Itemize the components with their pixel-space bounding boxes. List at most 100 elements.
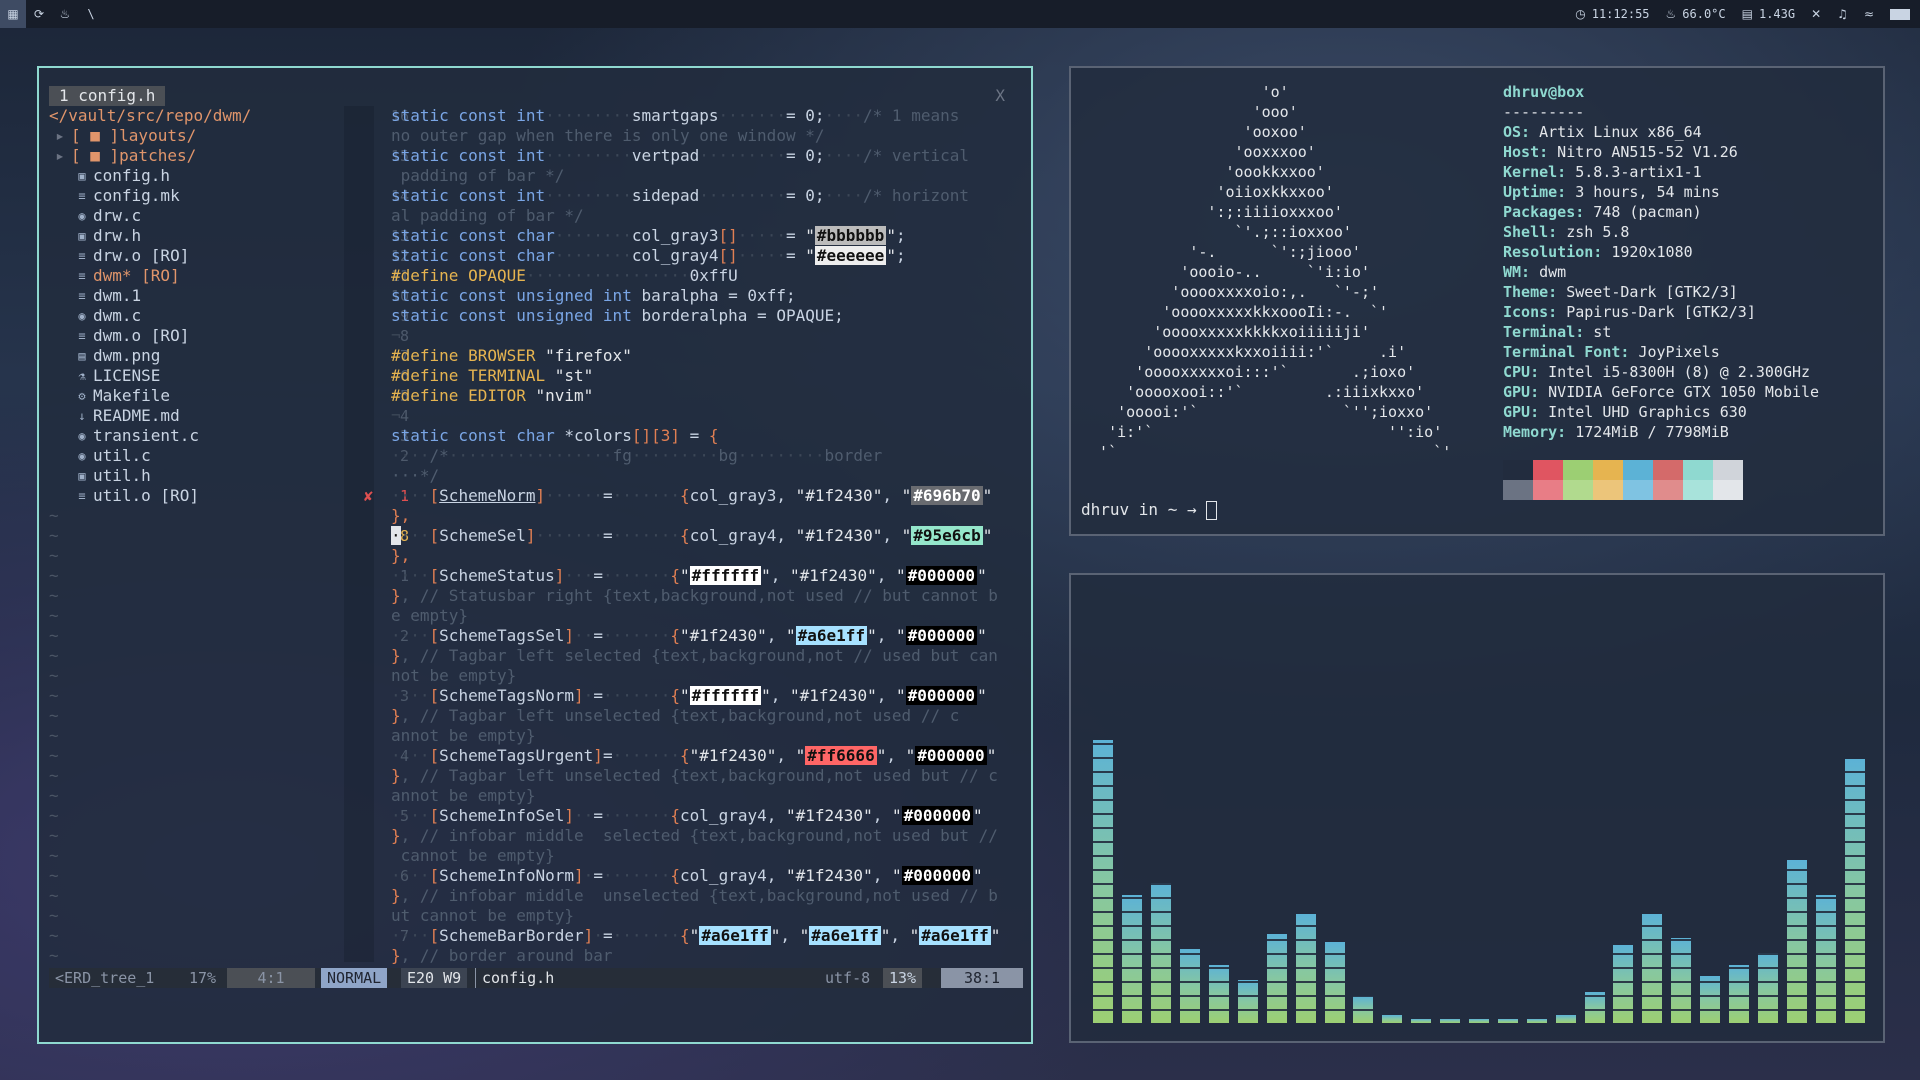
visualizer-bar: [1815, 895, 1836, 1023]
wifi-icon[interactable]: ≈: [1864, 7, 1874, 21]
visualizer-bar: [1844, 759, 1865, 1023]
empty-line-marker: ~: [49, 946, 59, 965]
vim-window[interactable]: 1 config.h X </vault/src/repo/dwm/ ▸[ ■ …: [37, 66, 1033, 1044]
tree-file[interactable]: ↓ README.md: [49, 406, 349, 426]
bluetooth-icon[interactable]: ✕: [1811, 7, 1821, 21]
code-buffer[interactable]: static const int·········smartgaps······…: [391, 106, 1019, 966]
empty-line-marker: ~: [49, 526, 59, 545]
neofetch-terminal[interactable]: 'o' 'ooo' 'ooxoo' 'ooxxxoo' 'oookkxxoo' …: [1069, 66, 1885, 536]
tree-file[interactable]: ≡ config.mk: [49, 186, 349, 206]
tree-file[interactable]: ▤ dwm.png: [49, 346, 349, 366]
code-line: ····[SchemeTagsUrgent]=·······{"#1f2430"…: [391, 746, 997, 765]
empty-line-marker: ~: [49, 846, 59, 865]
code-line: }, // Statusbar right {text,background,n…: [391, 586, 998, 605]
file-icon: ▤: [78, 349, 86, 363]
palette-swatch: [1713, 460, 1743, 480]
tree-file[interactable]: ▣ drw.h: [49, 226, 349, 246]
tree-file[interactable]: ≡ dwm.o [RO]: [49, 326, 349, 346]
info-row: Terminal Font: JoyPixels: [1503, 342, 1819, 362]
tree-file[interactable]: ◉ drw.c: [49, 206, 349, 226]
info-value: 1920x1080: [1602, 243, 1693, 261]
expand-arrow-icon[interactable]: ▸: [49, 146, 71, 166]
palette-swatch: [1653, 460, 1683, 480]
palette-swatch: [1683, 460, 1713, 480]
statusline-tree-name: <ERD_tree_1: [55, 969, 155, 987]
info-value: Sweet-Dark [GTK2/3]: [1557, 283, 1738, 301]
tab-config-h[interactable]: 1 config.h: [49, 86, 166, 106]
terminal-cursor: [1206, 501, 1218, 520]
tree-file[interactable]: ⚗ LICENSE: [49, 366, 349, 386]
file-icon: ◉: [78, 429, 86, 443]
empty-line-marker: ~: [49, 806, 59, 825]
refresh-icon[interactable]: ⟳: [26, 0, 52, 28]
empty-line-marker: ~: [49, 566, 59, 585]
empty-line-marker: ~: [49, 706, 59, 725]
statusline-tree-percent: 17%: [189, 969, 217, 987]
tree-file[interactable]: ⚙ Makefile: [49, 386, 349, 406]
info-key: OS:: [1503, 123, 1531, 141]
info-value: 748 (pacman): [1584, 203, 1702, 221]
statusline-filename: config.h: [475, 968, 560, 988]
empty-line-marker: ~: [49, 866, 59, 885]
tree-dir[interactable]: ▸[ ■ ]layouts/: [49, 126, 349, 146]
empty-line-marker: ~: [49, 786, 59, 805]
code-line: },: [391, 506, 411, 525]
file-icon: ◉: [78, 309, 86, 323]
file-icon: ≡: [78, 189, 86, 203]
info-value: st: [1584, 323, 1612, 341]
info-row: OS: Artix Linux x86_64: [1503, 122, 1819, 142]
volume-icon[interactable]: ♫: [1837, 7, 1848, 21]
code-line: ····[SchemeNorm]······=·······{col_gray3…: [391, 486, 993, 505]
tree-file[interactable]: ◉ util.c: [49, 446, 349, 466]
tree-file[interactable]: ▣ config.h: [49, 166, 349, 186]
tree-file[interactable]: ≡ util.o [RO]: [49, 486, 349, 506]
palette-swatch: [1593, 460, 1623, 480]
tree-file[interactable]: ◉ dwm.c: [49, 306, 349, 326]
user-host: dhruv@box: [1503, 83, 1585, 101]
tree-file[interactable]: ≡ drw.o [RO]: [49, 246, 349, 266]
visualizer-bar: [1382, 1015, 1403, 1023]
terminal-icon[interactable]: ▦: [0, 0, 26, 28]
flame-icon[interactable]: ♨: [52, 0, 78, 28]
info-key: Icons:: [1503, 303, 1558, 321]
tree-file[interactable]: ≡ dwm.1: [49, 286, 349, 306]
expand-arrow-icon[interactable]: ▸: [49, 126, 71, 146]
status-bar: ▦ ⟳ ♨ \ ◷ 11:12:55 ♨ 66.0°C ▤ 1.43G ✕ ♫ ≈: [0, 0, 1920, 28]
empty-line-marker: ~: [49, 626, 59, 645]
tree-file[interactable]: ≡ dwm* [RO]: [49, 266, 349, 286]
info-row: Theme: Sweet-Dark [GTK2/3]: [1503, 282, 1819, 302]
close-tab-button[interactable]: X: [995, 86, 1005, 106]
diagnostics-count: E20 W9: [401, 968, 468, 988]
tree-dir[interactable]: ▸[ ■ ]patches/: [49, 146, 349, 166]
shell-prompt[interactable]: dhruv in ~ →: [1081, 500, 1218, 520]
visualizer-bar: [1353, 996, 1374, 1023]
code-line: e empty}: [391, 606, 469, 625]
visualizer-bar: [1642, 914, 1663, 1023]
system-info: dhruv@box --------- OS: Artix Linux x86_…: [1503, 82, 1819, 442]
artix-ascii-logo: 'o' 'ooo' 'ooxoo' 'ooxxxoo' 'oookkxxoo' …: [1099, 83, 1452, 461]
code-line: }, // infobar middle selected {text,back…: [391, 826, 998, 845]
tree-file[interactable]: ▣ util.h: [49, 466, 349, 486]
visualizer-bar: [1266, 934, 1287, 1023]
cursor-position: 38:1: [941, 968, 1023, 988]
memory: ▤ 1.43G: [1741, 7, 1796, 21]
code-line: no outer gap when there is only one wind…: [391, 126, 825, 145]
file-icon: ⚗: [78, 369, 86, 383]
tree-file[interactable]: ◉ transient.c: [49, 426, 349, 446]
palette-swatch: [1593, 480, 1623, 500]
info-value: Intel UHD Graphics 630: [1539, 403, 1747, 421]
palette-swatch: [1503, 480, 1533, 500]
code-line: static const unsigned int borderalpha = …: [391, 306, 844, 325]
thermometer-icon: ♨: [1665, 7, 1677, 21]
code-line: }, // border around bar: [391, 946, 613, 965]
tag-backslash[interactable]: \: [78, 0, 104, 28]
code-line: ····[SchemeTagsSel]··=·······{"#1f2430",…: [391, 626, 987, 645]
info-value: dwm: [1530, 263, 1567, 281]
code-line: ····/*·················fg·········bg····…: [391, 446, 883, 465]
file-icon: ≡: [78, 289, 86, 303]
tree-root[interactable]: </vault/src/repo/dwm/: [49, 106, 349, 126]
info-row: Terminal: st: [1503, 322, 1819, 342]
empty-line-marker: ~: [49, 546, 59, 565]
file-icon: ▣: [78, 469, 86, 483]
info-key: GPU:: [1503, 403, 1540, 421]
